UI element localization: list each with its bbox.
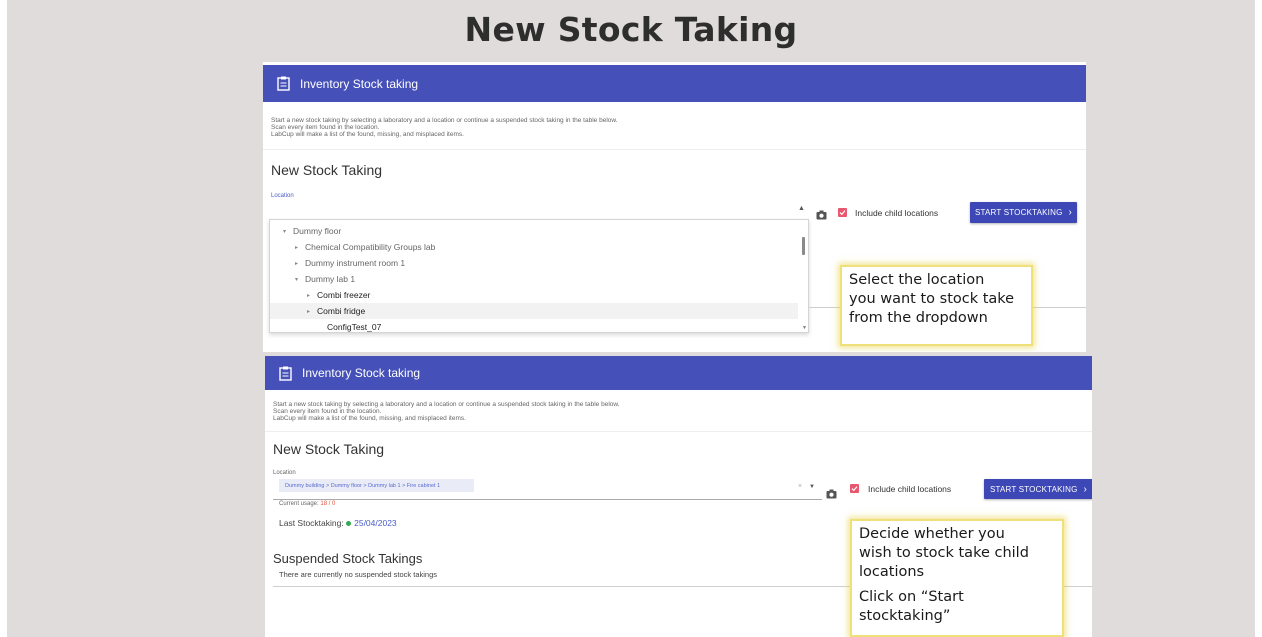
info-line: LabCup will make a list of the found, mi… [271,131,464,138]
location-label: Location [273,470,296,476]
slide: New Stock Taking Inventory Stock taking … [7,0,1255,637]
status-dot-icon [346,521,352,527]
clipboard-icon [279,366,292,381]
callout-line: from the dropdown [849,310,988,326]
info-line: Scan every item found in the location. [271,124,380,131]
include-child-label: Include child locations [868,484,952,494]
location-chip[interactable]: Dummy building > Dummy floor > Dummy lab… [279,479,474,492]
info-line: Scan every item found in the location. [273,408,382,415]
suspended-heading: Suspended Stock Takings [273,551,423,566]
location-label: Location [271,193,294,199]
location-field-underline [273,499,822,500]
chevron-down-icon[interactable]: ▼ [809,484,815,490]
camera-icon[interactable] [826,489,837,499]
clear-icon[interactable]: × [798,483,802,490]
item-label: Dummy instrument room 1 [305,258,406,268]
page-heading: New Stock Taking [271,162,383,178]
info-line: LabCup will make a list of the found, mi… [273,415,466,422]
current-usage-label: Current usage: [279,501,319,507]
screenshot-location-dropdown: Inventory Stock taking Start a new stock… [263,62,1086,352]
scroll-down-icon[interactable]: ▼ [802,325,807,331]
callout-line: wish to stock take child [859,545,1029,561]
screenshot-location-selected: Inventory Stock taking Start a new stock… [265,356,1092,637]
info-line: Start a new stock taking by selecting a … [271,117,618,124]
app-bar-title: Inventory Stock taking [302,366,421,380]
dropdown-item[interactable]: ▾ Dummy floor [270,223,798,239]
dropdown-item[interactable]: ▸ Combi fridge [270,303,798,319]
include-child-checkbox[interactable] [850,484,859,493]
callout-line: locations [859,564,925,580]
current-usage: Current usage: 18 / 0 [279,501,335,507]
chevron-up-icon[interactable]: ▲ [798,205,805,212]
callout-child-locations: Decide whether you wish to stock take ch… [850,519,1064,637]
expand-arrow-icon[interactable]: ▸ [295,260,305,267]
start-stocktaking-button[interactable]: START STOCKTAKING › [984,479,1092,499]
callout-line: Select the location [849,272,985,288]
chevron-right-icon: › [1068,207,1073,218]
camera-icon[interactable] [816,210,827,220]
app-bar: Inventory Stock taking [265,356,1092,390]
start-button-label: START STOCKTAKING [974,208,1063,217]
include-child-label: Include child locations [855,208,939,218]
current-usage-value: 18 / 0 [320,501,336,507]
dropdown-item[interactable]: ConfigTest_07 [270,319,798,335]
callout-select-location: Select the location you want to stock ta… [840,265,1033,346]
callout-line: stocktaking” [859,608,951,624]
last-stocktaking-date[interactable]: 25/04/2023 [354,518,397,528]
expand-arrow-icon[interactable]: ▸ [307,308,317,315]
item-label: ConfigTest_07 [327,322,382,332]
clipboard-icon [277,76,290,91]
include-child-checkbox[interactable] [838,208,847,217]
dropdown-item[interactable]: ▸ Combi freezer [270,287,798,303]
callout-line: you want to stock take [849,291,1015,307]
last-stocktaking-label: Last Stocktaking: [279,518,344,528]
suspended-empty-text: There are currently no suspended stock t… [279,570,438,579]
dropdown-item[interactable]: ▸ Chemical Compatibility Groups lab [270,239,798,255]
app-bar-title: Inventory Stock taking [300,76,419,91]
item-label: Dummy floor [293,226,342,236]
location-dropdown[interactable]: ▾ Dummy floor ▸ Chemical Compatibility Gro… [269,219,809,333]
expand-arrow-icon[interactable]: ▾ [283,228,293,235]
info-text: Start a new stock taking by selecting a … [265,396,1092,432]
item-label: Chemical Compatibility Groups lab [305,242,436,252]
slide-title: New Stock Taking [464,10,798,49]
last-stocktaking: Last Stocktaking: 25/04/2023 [279,518,397,528]
start-stocktaking-button[interactable]: START STOCKTAKING › [970,202,1077,223]
page-heading: New Stock Taking [273,441,385,457]
item-label: Combi freezer [317,290,371,300]
dropdown-item[interactable]: ▸ Dummy instrument room 1 [270,255,798,271]
expand-arrow-icon[interactable]: ▸ [307,292,317,299]
info-text: Start a new stock taking by selecting a … [263,112,1086,150]
chevron-right-icon: › [1083,483,1088,495]
expand-arrow-icon[interactable]: ▾ [295,276,305,283]
info-line: Start a new stock taking by selecting a … [273,401,620,408]
item-label: Combi fridge [317,306,366,316]
start-button-label: START STOCKTAKING [989,484,1078,494]
item-label: Dummy lab 1 [305,274,356,284]
expand-arrow-icon[interactable]: ▸ [295,244,305,251]
dropdown-scrollbar[interactable] [802,237,805,255]
dropdown-item[interactable]: ▾ Dummy lab 1 [270,271,798,287]
callout-line: Decide whether you [859,526,1005,542]
callout-line: Click on “Start [859,589,964,605]
app-bar: Inventory Stock taking [263,65,1086,102]
